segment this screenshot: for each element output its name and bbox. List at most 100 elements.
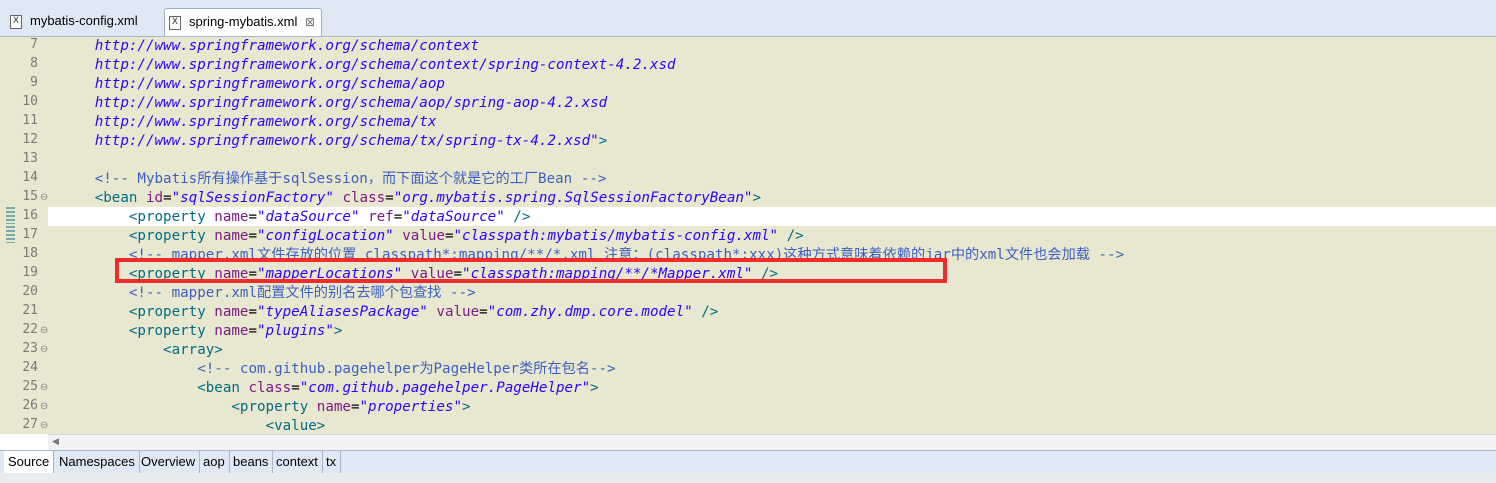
schema-url: http://www.springframework.org/schema/co… bbox=[94, 57, 676, 73]
code-line-20: <!-- mapper.xml配置文件的别名去哪个包查找 --> bbox=[52, 284, 1492, 303]
tag-end: > bbox=[598, 133, 608, 149]
tag-end: > bbox=[752, 190, 762, 206]
code-line-21: <property name="typeAliasesPackage" valu… bbox=[52, 303, 1492, 322]
tab-tx[interactable]: tx bbox=[322, 451, 342, 473]
comment-text: --> bbox=[441, 285, 476, 301]
schema-url: http://www.springframework.org/schema/ao… bbox=[94, 76, 445, 92]
close-icon[interactable]: ⊠ bbox=[305, 9, 315, 35]
xml-value: "classpath:mybatis/mybatis-config.xml" bbox=[453, 228, 779, 244]
line-number: 14 bbox=[22, 170, 38, 185]
tab-overview[interactable]: Overview bbox=[137, 451, 201, 473]
tag-end: > bbox=[333, 323, 343, 339]
tag-end: /> bbox=[692, 304, 719, 320]
xml-file-icon: X bbox=[169, 16, 181, 30]
line-number: 21 bbox=[22, 303, 38, 318]
highlight-annotation-box bbox=[115, 258, 947, 283]
tab-aop[interactable]: aop bbox=[199, 451, 230, 473]
line-number: 25 bbox=[22, 379, 38, 394]
line-number: 7 bbox=[30, 37, 38, 52]
fold-collapse-icon[interactable]: ⊖ bbox=[40, 325, 48, 336]
schema-url: http://www.springframework.org/schema/tx bbox=[94, 114, 437, 130]
line-number: 16 bbox=[22, 208, 38, 223]
xml-value: "com.zhy.dmp.core.model" bbox=[487, 304, 693, 320]
comment-text: <!-- mapper.xml bbox=[128, 285, 257, 301]
equals-sign: = bbox=[444, 228, 454, 244]
xml-value: "typeAliasesPackage" bbox=[257, 304, 428, 320]
code-line-26: <property name="properties"> bbox=[52, 398, 1492, 417]
comment-text: ，而下面这个就是它的工厂 bbox=[367, 171, 539, 187]
tag-end: > bbox=[590, 380, 599, 396]
comment-text: sqlSession bbox=[282, 171, 368, 187]
line-number: 11 bbox=[22, 113, 38, 128]
xml-attr: name bbox=[214, 304, 249, 320]
xml-attr: class bbox=[248, 380, 292, 396]
code-line-14: <!-- Mybatis所有操作基于sqlSession，而下面这个就是它的工厂… bbox=[52, 170, 1492, 189]
code-line-16: <property name="dataSource" ref="dataSou… bbox=[52, 208, 1492, 227]
line-number: 26 bbox=[22, 398, 38, 413]
tab-namespaces[interactable]: Namespaces bbox=[55, 451, 140, 473]
equals-sign: = bbox=[248, 304, 258, 320]
xml-attr: value bbox=[402, 228, 445, 244]
equals-sign: = bbox=[479, 304, 488, 320]
tab-source[interactable]: Source bbox=[4, 451, 55, 473]
comment-text: 中的 bbox=[950, 247, 980, 263]
code-line-17: <property name="configLocation" value="c… bbox=[52, 227, 1492, 246]
tab-mybatis-config[interactable]: X mybatis-config.xml bbox=[4, 8, 164, 36]
scroll-left-icon[interactable]: ◀ bbox=[52, 436, 59, 447]
xml-attr: name bbox=[214, 323, 249, 339]
xml-attr: name bbox=[214, 228, 249, 244]
equals-sign: = bbox=[248, 323, 258, 339]
xml-attr: value bbox=[436, 304, 480, 320]
line-number: 13 bbox=[22, 151, 38, 166]
code-line-15: <bean id="sqlSessionFactory" class="org.… bbox=[52, 189, 1492, 208]
code-area[interactable]: http://www.springframework.org/schema/co… bbox=[52, 37, 1492, 434]
xml-attr: name bbox=[316, 399, 351, 415]
xml-value: "dataSource" bbox=[257, 209, 360, 225]
schema-url: http://www.springframework.org/schema/tx… bbox=[94, 133, 599, 149]
code-line-10: http://www.springframework.org/schema/ao… bbox=[52, 94, 1492, 113]
tag-end: /> bbox=[778, 228, 804, 244]
annotation-ruler bbox=[6, 37, 16, 434]
horizontal-scrollbar[interactable]: ◀ bbox=[48, 434, 1496, 451]
editor-page-tabs: Source Namespaces Overview aop beans con… bbox=[0, 450, 1496, 473]
fold-collapse-icon[interactable]: ⊖ bbox=[40, 344, 48, 355]
code-line-23: <array> bbox=[52, 341, 1492, 360]
tag-end: /> bbox=[504, 209, 531, 225]
xml-tag: <property bbox=[128, 304, 215, 320]
comment-text: 为 bbox=[419, 361, 434, 377]
change-marker bbox=[6, 226, 15, 243]
schema-url: http://www.springframework.org/schema/co… bbox=[94, 38, 480, 54]
comment-text: --> bbox=[1089, 247, 1125, 263]
xml-tag: <array> bbox=[163, 342, 223, 358]
comment-text: <!-- com.github.pagehelper bbox=[197, 361, 420, 377]
xml-tag: <property bbox=[128, 323, 215, 339]
tab-beans[interactable]: beans bbox=[229, 451, 274, 473]
fold-collapse-icon[interactable]: ⊖ bbox=[40, 382, 48, 393]
fold-collapse-icon[interactable]: ⊖ bbox=[40, 192, 48, 203]
fold-collapse-icon[interactable]: ⊖ bbox=[40, 420, 48, 431]
xml-value: "sqlSessionFactory" bbox=[171, 190, 334, 206]
xml-tag: <bean bbox=[94, 190, 146, 206]
editor-tab-bar: X mybatis-config.xml X spring-mybatis.xm… bbox=[0, 0, 1496, 37]
code-line-27: <value> bbox=[52, 417, 1492, 434]
tab-spring-mybatis[interactable]: X spring-mybatis.xml ⊠ bbox=[164, 8, 322, 36]
code-line-12: http://www.springframework.org/schema/tx… bbox=[52, 132, 1492, 151]
xml-tag: <property bbox=[231, 399, 317, 415]
comment-text: --> bbox=[589, 361, 616, 377]
change-marker bbox=[6, 207, 15, 224]
fold-collapse-icon[interactable]: ⊖ bbox=[40, 401, 48, 412]
tab-context[interactable]: context bbox=[272, 451, 323, 473]
comment-text: <!-- Mybatis bbox=[94, 171, 198, 187]
xml-attr: ref bbox=[368, 209, 394, 225]
xml-value: "com.github.pagehelper.PageHelper" bbox=[299, 380, 591, 396]
xml-value: "properties" bbox=[359, 399, 463, 415]
code-line-9: http://www.springframework.org/schema/ao… bbox=[52, 75, 1492, 94]
comment-text: xml bbox=[979, 247, 1005, 263]
xml-tag: <bean bbox=[197, 380, 249, 396]
line-number: 23 bbox=[22, 341, 38, 356]
xml-tag: <property bbox=[128, 209, 215, 225]
line-number: 17 bbox=[22, 227, 38, 242]
xml-source-editor[interactable]: 7 8 9 10 11 12 13 14 15 16 17 18 19 20 2… bbox=[0, 37, 1496, 434]
status-bar bbox=[0, 473, 1496, 483]
tag-end: > bbox=[462, 399, 471, 415]
